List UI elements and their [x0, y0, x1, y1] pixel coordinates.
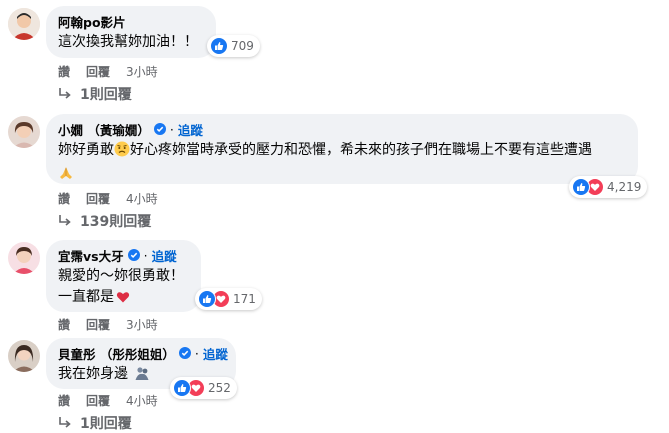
reply-button[interactable]: 回覆 — [86, 316, 110, 333]
like-reaction-icon — [198, 290, 216, 308]
comment-bubble: 阿翰po影片 這次換我幫妳加油！！ — [46, 6, 216, 58]
reaction-count: 709 — [231, 39, 254, 53]
view-replies-link[interactable]: 139則回覆 — [58, 211, 151, 231]
comment-actions: 讚 回覆 3小時 — [58, 63, 158, 80]
people-hugging-emoji-icon — [134, 365, 150, 387]
author-name-label[interactable]: 阿翰po影片 — [58, 12, 126, 31]
author-name[interactable]: 阿翰po影片 — [58, 12, 204, 31]
replies-count-label[interactable]: 139則回覆 — [80, 211, 151, 231]
replies-count-label[interactable]: 1則回覆 — [80, 84, 132, 104]
comment-text: 這次換我幫妳加油！！ — [58, 34, 198, 50]
follow-button[interactable]: 追蹤 — [203, 344, 228, 363]
reply-button[interactable]: 回覆 — [86, 63, 110, 80]
author-name-label[interactable]: 小嫺 （黃瑜嫺） — [58, 120, 150, 139]
reaction-count: 4,219 — [607, 180, 642, 194]
reaction-summary[interactable]: 4,219 — [569, 176, 648, 198]
comment-text-emoji-line — [58, 165, 626, 187]
author-name[interactable]: 宜霈vs大牙 · 追蹤 — [58, 246, 189, 265]
follow-button[interactable]: 追蹤 — [152, 246, 177, 265]
separator-dot: · — [169, 121, 174, 137]
comment-text: 親愛的～妳很勇敢！ — [58, 268, 184, 284]
view-replies-link[interactable]: 1則回覆 — [58, 413, 132, 433]
comment-timestamp[interactable]: 3小時 — [126, 316, 158, 333]
author-name[interactable]: 貝童彤 （彤彤姐姐） · 追蹤 — [58, 344, 228, 363]
separator-dot: · — [143, 247, 148, 263]
comment-text-part: 妳好勇敢 — [58, 142, 114, 158]
reaction-count: 171 — [233, 292, 256, 306]
comment-actions: 讚 回覆 4小時 — [58, 392, 158, 409]
comment-text-part: 一直都是 — [58, 289, 114, 305]
reply-arrow-icon — [59, 88, 71, 99]
like-button[interactable]: 讚 — [58, 190, 70, 207]
praying-hands-emoji-icon — [58, 165, 74, 187]
worried-face-emoji-icon — [114, 141, 130, 163]
reply-arrow-icon — [59, 215, 71, 226]
author-name-label[interactable]: 貝童彤 （彤彤姐姐） — [58, 344, 175, 363]
reaction-summary[interactable]: 709 — [207, 35, 260, 57]
reaction-summary[interactable]: 252 — [170, 377, 237, 399]
reply-button[interactable]: 回覆 — [86, 392, 110, 409]
verified-badge-icon — [178, 347, 191, 359]
view-replies-link[interactable]: 1則回覆 — [58, 84, 132, 104]
comment-timestamp[interactable]: 3小時 — [126, 63, 158, 80]
like-button[interactable]: 讚 — [58, 63, 70, 80]
replies-count-label[interactable]: 1則回覆 — [80, 413, 132, 433]
reply-button[interactable]: 回覆 — [86, 190, 110, 207]
like-reaction-icon — [572, 178, 590, 196]
verified-badge-icon — [127, 249, 140, 261]
avatar[interactable] — [8, 8, 40, 40]
red-heart-emoji-icon — [116, 290, 130, 310]
comment-timestamp[interactable]: 4小時 — [126, 190, 158, 207]
avatar[interactable] — [8, 116, 40, 148]
comment-actions: 讚 回覆 4小時 — [58, 190, 158, 207]
like-button[interactable]: 讚 — [58, 316, 70, 333]
like-button[interactable]: 讚 — [58, 392, 70, 409]
avatar[interactable] — [8, 340, 40, 372]
follow-button[interactable]: 追蹤 — [178, 120, 203, 139]
comment-actions: 讚 回覆 3小時 — [58, 316, 158, 333]
comment-text-part: 我在妳身邊 — [58, 366, 128, 382]
verified-badge-icon — [153, 123, 166, 135]
comment-text: 妳好勇敢 好心疼妳當時承受的壓力和恐懼，希未來的孩子們在職場上不要有這些遭遇 — [58, 141, 626, 163]
reaction-count: 252 — [208, 381, 231, 395]
comment-bubble: 小嫺 （黃瑜嫺） · 追蹤 妳好勇敢 好心疼妳當時承受的壓力和恐懼，希未來的孩子們… — [46, 114, 638, 184]
comment-bubble: 宜霈vs大牙 · 追蹤 親愛的～妳很勇敢！ 一直都是 — [46, 240, 201, 312]
comment-timestamp[interactable]: 4小時 — [126, 392, 158, 409]
like-reaction-icon — [173, 379, 191, 397]
reaction-summary[interactable]: 171 — [195, 288, 262, 310]
author-name-label[interactable]: 宜霈vs大牙 — [58, 246, 124, 265]
reply-arrow-icon — [59, 417, 71, 428]
author-name[interactable]: 小嫺 （黃瑜嫺） · 追蹤 — [58, 120, 626, 139]
comment-text: 一直都是 — [58, 288, 189, 310]
like-reaction-icon — [210, 37, 228, 55]
separator-dot: · — [194, 345, 199, 361]
comment-text-part: 好心疼妳當時承受的壓力和恐懼，希未來的孩子們在職場上不要有這些遭遇 — [130, 142, 592, 158]
avatar[interactable] — [8, 242, 40, 274]
